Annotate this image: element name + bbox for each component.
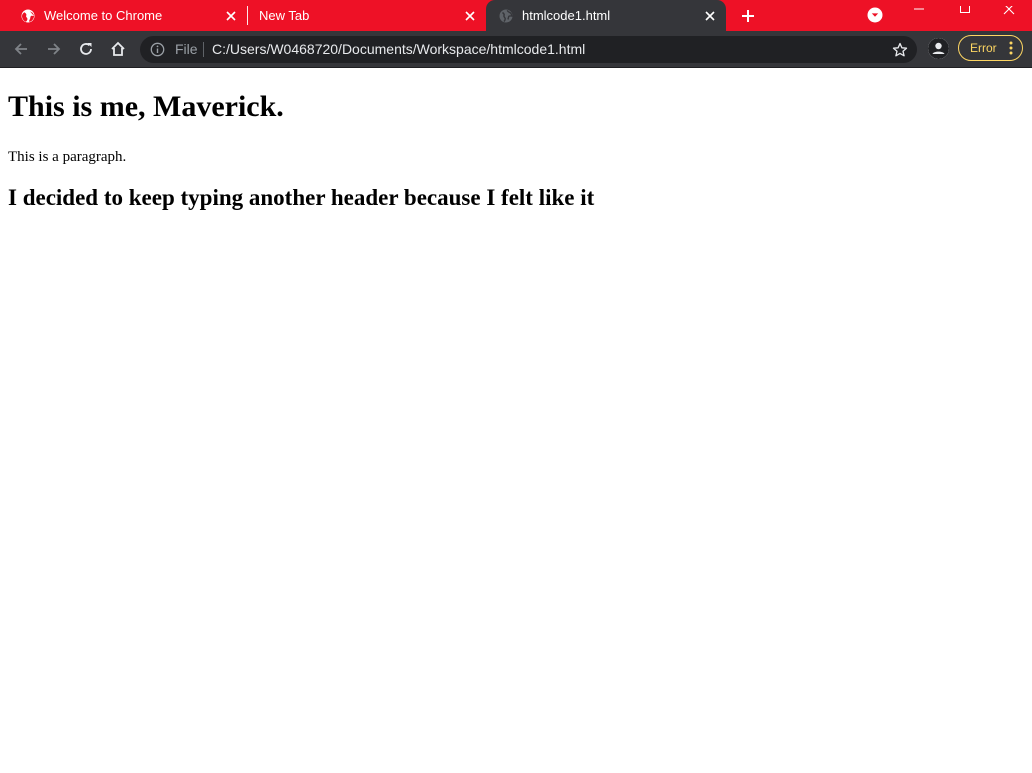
error-menu-button[interactable]: Error <box>958 35 1023 61</box>
tab-new-tab[interactable]: New Tab <box>248 0 486 31</box>
forward-arrow-icon[interactable] <box>42 37 66 61</box>
more-vertical-icon <box>1009 41 1013 55</box>
home-icon[interactable] <box>106 37 130 61</box>
globe-icon <box>499 9 513 23</box>
page-paragraph: This is a paragraph. <box>8 149 127 165</box>
page-content: This is me, Maverick. This is a paragrap… <box>0 68 1032 773</box>
tab-welcome-to-chrome[interactable]: Welcome to Chrome <box>0 0 247 31</box>
profile-avatar-icon[interactable] <box>928 38 949 59</box>
close-tab-icon[interactable] <box>223 8 239 24</box>
new-tab-plus-icon[interactable] <box>737 5 759 27</box>
tab-search-icon[interactable] <box>865 5 885 25</box>
reload-icon[interactable] <box>74 37 98 61</box>
close-window-icon[interactable] <box>986 0 1032 24</box>
scheme-label: File <box>175 41 198 57</box>
info-icon[interactable] <box>150 42 165 57</box>
tab-title: htmlcode1.html <box>522 8 611 23</box>
browser-toolbar: File C:/Users/W0468720/Documents/Workspa… <box>0 31 1032 67</box>
close-tab-icon[interactable] <box>702 8 718 24</box>
tab-strip: Welcome to Chrome New Tab htmlcode1.html <box>0 0 1032 31</box>
error-label: Error <box>970 41 997 55</box>
tab-title: Welcome to Chrome <box>44 8 163 23</box>
address-bar[interactable]: File C:/Users/W0468720/Documents/Workspa… <box>140 36 917 63</box>
page-heading: This is me, Maverick. <box>8 90 284 123</box>
tab-title: New Tab <box>259 8 310 23</box>
chrome-globe-icon <box>21 9 35 23</box>
bookmark-star-icon[interactable] <box>892 42 908 58</box>
tab-htmlcode1[interactable]: htmlcode1.html <box>486 0 726 31</box>
maximize-icon[interactable] <box>942 0 988 24</box>
omnibox-divider <box>203 42 204 57</box>
url-text[interactable]: C:/Users/W0468720/Documents/Workspace/ht… <box>212 36 585 63</box>
close-tab-icon[interactable] <box>462 8 478 24</box>
minimize-icon[interactable] <box>896 0 942 24</box>
page-subheading: I decided to keep typing another header … <box>8 185 595 210</box>
back-arrow-icon[interactable] <box>9 37 33 61</box>
